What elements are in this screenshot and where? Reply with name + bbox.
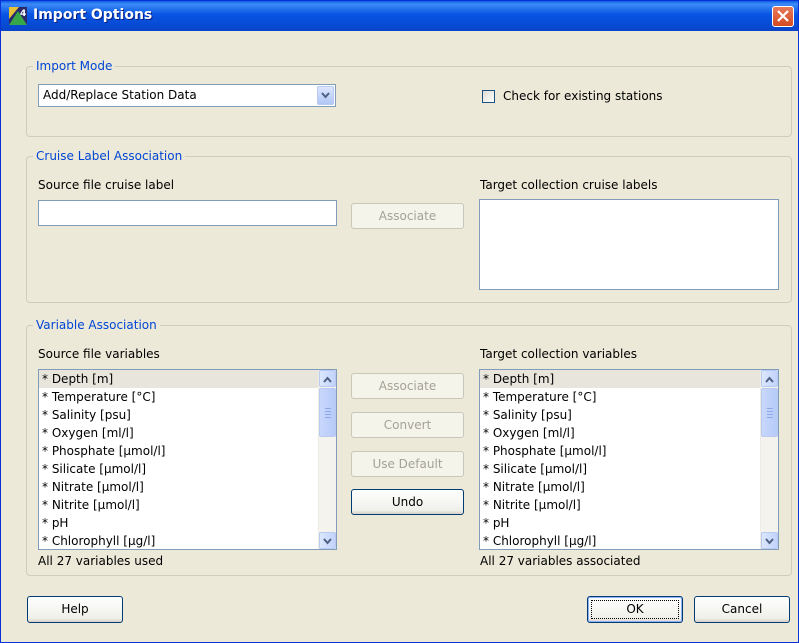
chevron-down-icon: [321, 92, 330, 99]
import-mode-select[interactable]: Add/Replace Station Data: [38, 84, 336, 107]
list-item[interactable]: * Nitrite [µmol/l]: [480, 496, 778, 514]
list-item[interactable]: * Silicate [µmol/l]: [39, 460, 336, 478]
list-item[interactable]: * Oxygen [ml/l]: [39, 424, 336, 442]
list-item[interactable]: * Salinity [psu]: [39, 406, 336, 424]
use-default-button[interactable]: Use Default: [351, 451, 464, 477]
list-item[interactable]: * Nitrate [µmol/l]: [39, 478, 336, 496]
chevron-up-icon: [765, 376, 774, 383]
source-variables-scrollbar[interactable]: [318, 370, 336, 549]
source-cruise-label: Source file cruise label: [38, 178, 175, 192]
target-variables-label: Target collection variables: [480, 347, 637, 361]
dropdown-arrow-button[interactable]: [317, 86, 334, 105]
chevron-down-icon: [765, 538, 774, 545]
list-item[interactable]: * Phosphate [µmol/l]: [39, 442, 336, 460]
scroll-thumb[interactable]: [761, 388, 778, 437]
ok-button[interactable]: OK: [587, 596, 683, 623]
list-item[interactable]: * Depth [m]: [480, 370, 778, 388]
target-cruise-label: Target collection cruise labels: [480, 178, 658, 192]
scroll-down-button[interactable]: [319, 532, 336, 549]
title-bar[interactable]: 4 Import Options: [1, 1, 798, 31]
list-item[interactable]: * Salinity [psu]: [480, 406, 778, 424]
source-variables-list[interactable]: * Depth [m] * Temperature [°C] * Salinit…: [38, 369, 337, 550]
import-mode-value: Add/Replace Station Data: [43, 88, 197, 102]
check-existing-label[interactable]: Check for existing stations: [503, 89, 663, 103]
list-item[interactable]: * Temperature [°C]: [39, 388, 336, 406]
list-item[interactable]: * Chlorophyll [µg/l]: [480, 532, 778, 549]
scroll-thumb[interactable]: [319, 388, 336, 437]
list-item[interactable]: * Chlorophyll [µg/l]: [39, 532, 336, 549]
convert-button[interactable]: Convert: [351, 412, 464, 438]
target-cruise-list[interactable]: [479, 199, 779, 290]
list-item[interactable]: * Temperature [°C]: [480, 388, 778, 406]
target-variables-scrollbar[interactable]: [760, 370, 778, 549]
close-button[interactable]: [772, 6, 794, 27]
list-item[interactable]: * Depth [m]: [39, 370, 336, 388]
scroll-up-button[interactable]: [319, 370, 336, 387]
svg-text:4: 4: [20, 9, 26, 19]
undo-button[interactable]: Undo: [351, 489, 464, 515]
list-item[interactable]: * Phosphate [µmol/l]: [480, 442, 778, 460]
source-variables-label: Source file variables: [38, 347, 160, 361]
target-variables-list[interactable]: * Depth [m] * Temperature [°C] * Salinit…: [479, 369, 779, 550]
focus-ring: [591, 600, 679, 619]
chevron-down-icon: [323, 538, 332, 545]
cruise-associate-button[interactable]: Associate: [351, 203, 464, 229]
chevron-up-icon: [323, 376, 332, 383]
check-existing-checkbox[interactable]: [482, 90, 495, 103]
scroll-down-button[interactable]: [761, 532, 778, 549]
source-cruise-input[interactable]: [38, 200, 337, 226]
scroll-up-button[interactable]: [761, 370, 778, 387]
cruise-label-legend: Cruise Label Association: [36, 149, 183, 163]
source-variables-status: All 27 variables used: [38, 554, 164, 568]
close-icon: [777, 10, 789, 22]
list-item[interactable]: * Nitrate [µmol/l]: [480, 478, 778, 496]
cancel-button[interactable]: Cancel: [694, 596, 790, 623]
app-icon: 4: [9, 7, 27, 25]
list-item[interactable]: * pH: [39, 514, 336, 532]
help-button[interactable]: Help: [27, 596, 123, 623]
list-item[interactable]: * pH: [480, 514, 778, 532]
list-item[interactable]: * Nitrite [µmol/l]: [39, 496, 336, 514]
variable-association-legend: Variable Association: [36, 318, 157, 332]
list-item[interactable]: * Oxygen [ml/l]: [480, 424, 778, 442]
window-title: Import Options: [33, 7, 153, 23]
import-mode-legend: Import Mode: [36, 59, 113, 73]
target-variables-status: All 27 variables associated: [480, 554, 641, 568]
variable-associate-button[interactable]: Associate: [351, 373, 464, 399]
import-options-dialog: 4 Import Options Import Mode Add/Replace…: [0, 0, 799, 643]
list-item[interactable]: * Silicate [µmol/l]: [480, 460, 778, 478]
